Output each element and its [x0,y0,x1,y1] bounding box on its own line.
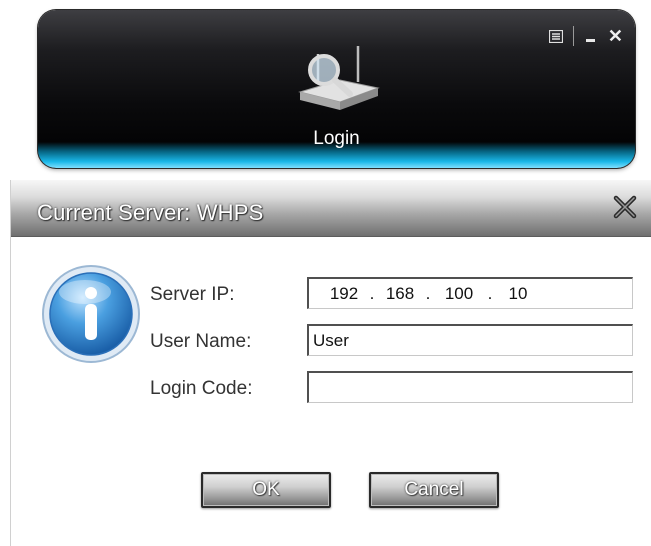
dialog-title: Current Server: WHPS [37,200,264,225]
server-ip-input[interactable]: 192 . 168 . 100 . 10 [307,277,633,309]
ip-octet-2[interactable]: 168 [383,284,417,304]
dialog-titlebar: Current Server: WHPS [11,180,651,237]
user-name-input[interactable]: User [307,324,633,356]
app-stage: ✕ Login Current Server: WHPS Server IP: … [0,0,651,546]
ip-dot: . [425,283,431,303]
menu-icon[interactable] [548,29,563,43]
dialog-close-icon[interactable] [612,194,638,220]
ip-octet-4[interactable]: 10 [501,284,535,304]
info-icon [39,262,143,366]
ip-octet-3[interactable]: 100 [439,284,479,304]
login-code-input[interactable] [307,371,633,403]
close-icon[interactable]: ✕ [608,27,623,45]
ip-dot: . [369,283,375,303]
ip-dot: . [487,283,493,303]
controls-divider [572,26,574,46]
login-launcher-widget: ✕ Login [38,10,635,168]
cancel-button[interactable]: Cancel [369,472,499,508]
user-name-label: User Name: [150,331,252,352]
ok-button[interactable]: OK [201,472,331,508]
router-search-icon[interactable] [288,40,388,120]
login-dialog: Current Server: WHPS Server IP: 192 . 16… [10,180,651,546]
login-code-label: Login Code: [150,378,253,399]
server-ip-label: Server IP: [150,284,235,305]
minimize-icon[interactable] [584,29,598,43]
ip-octet-1[interactable]: 192 [327,284,361,304]
launcher-login-label[interactable]: Login [38,128,635,150]
launcher-window-controls: ✕ [548,26,623,46]
